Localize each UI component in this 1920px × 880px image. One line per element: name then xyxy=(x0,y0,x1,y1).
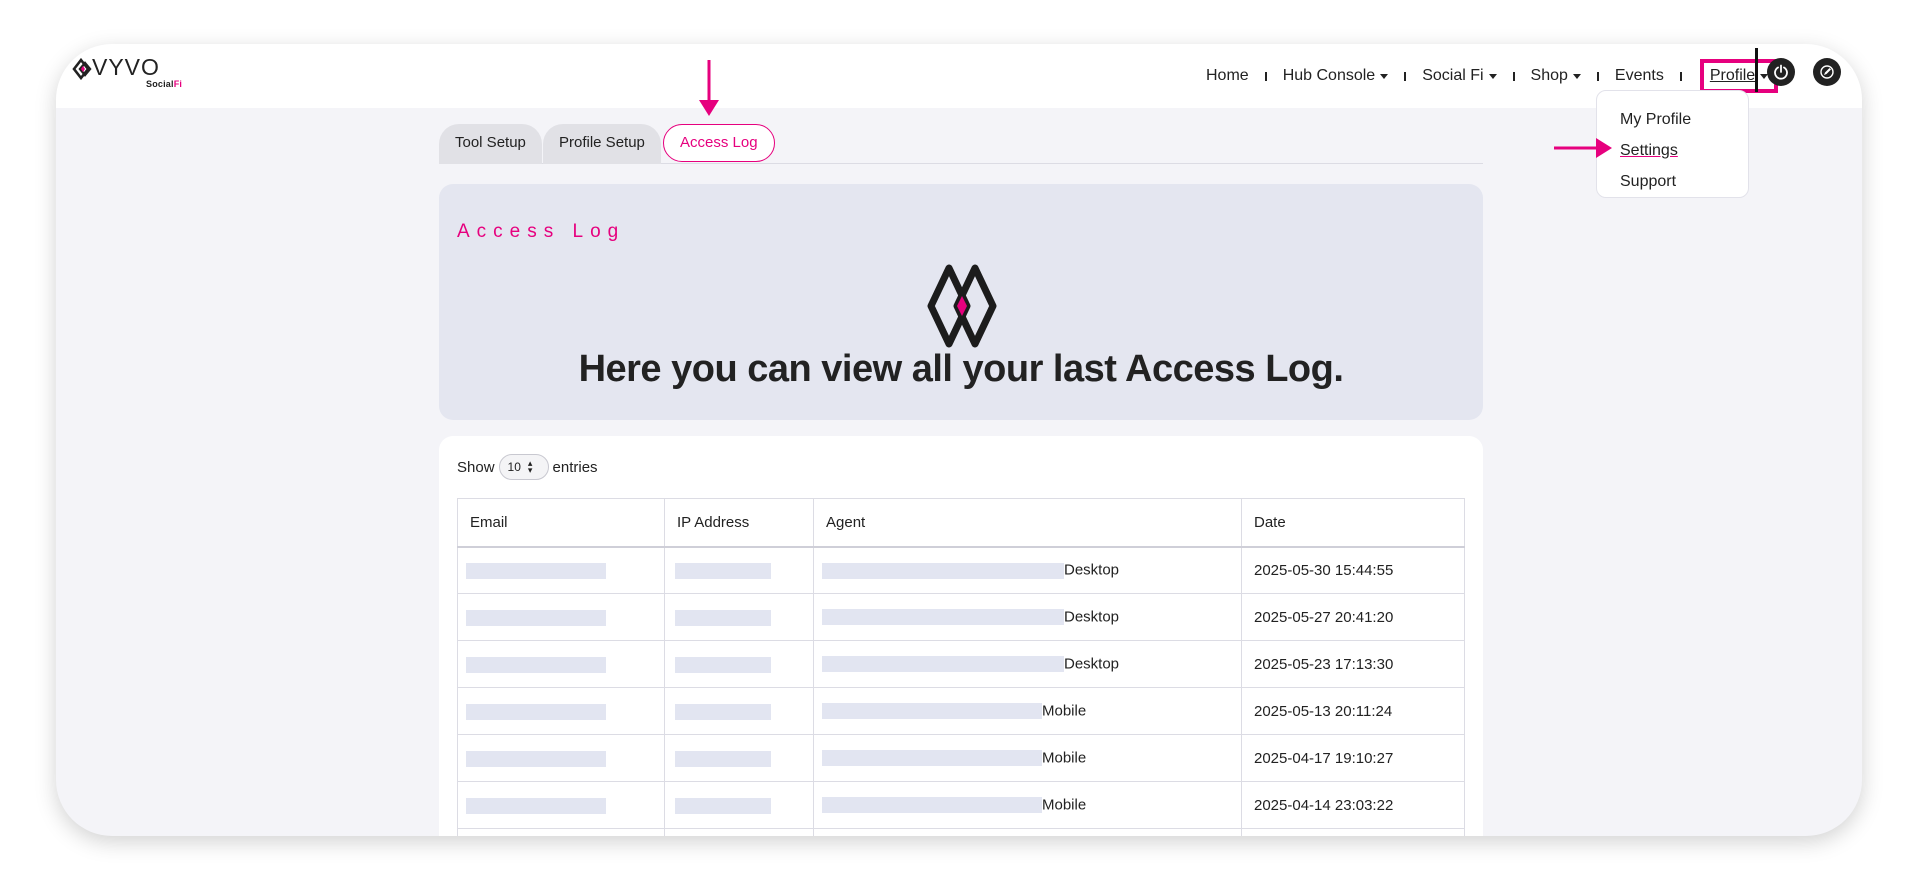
agent-cell: Mobile xyxy=(813,781,1242,829)
ip-cell-redacted xyxy=(664,781,814,829)
vyvo-emblem-icon xyxy=(927,264,997,348)
table-row: Desktop 2025-05-30 15:44:55 xyxy=(457,546,1465,594)
column-header-email[interactable]: Email xyxy=(457,498,665,548)
table-row: Mobile 2025-05-13 20:11:24 xyxy=(457,687,1465,735)
nav-shop[interactable]: Shop xyxy=(1531,67,1581,85)
agent-text: Desktop xyxy=(1064,608,1120,626)
agent-cell: Desktop xyxy=(813,546,1242,594)
date-cell: 2025-05-13 20:11:24 xyxy=(1241,687,1465,735)
entries-label: entries xyxy=(552,458,598,476)
agent-text: Mobile xyxy=(1042,796,1087,814)
socialfi-tagline: SocialFi xyxy=(146,79,183,89)
entries-length-control: Show 10 ▴ ▾ entries xyxy=(457,454,598,480)
menu-item-my-profile[interactable]: My Profile xyxy=(1597,104,1748,135)
app-window: VYVO SocialFi Home Hub Console Social Fi… xyxy=(56,44,1862,836)
nav-home[interactable]: Home xyxy=(1206,67,1249,85)
table-row: Mobile 2025-04-17 19:10:27 xyxy=(457,734,1465,782)
tab-profile-setup[interactable]: Profile Setup xyxy=(543,124,661,164)
edit-icon xyxy=(1820,65,1834,79)
nav-social-fi[interactable]: Social Fi xyxy=(1422,67,1497,85)
access-log-table-card: Show 10 ▴ ▾ entries Email IP Address Agen… xyxy=(439,436,1483,836)
edit-button[interactable] xyxy=(1813,58,1841,86)
settings-tabs: Tool Setup Profile Setup Access Log xyxy=(439,124,1483,164)
nav-separator xyxy=(1596,71,1599,81)
email-cell-redacted xyxy=(457,781,665,829)
agent-text: Mobile xyxy=(1042,749,1087,767)
nav-hub-console[interactable]: Hub Console xyxy=(1283,67,1389,85)
entries-select[interactable]: 10 ▴ ▾ xyxy=(498,454,549,480)
ip-cell-redacted xyxy=(664,687,814,735)
show-label: Show xyxy=(457,458,495,476)
agent-cell: Mobile xyxy=(813,687,1242,735)
table-header-row: Email IP Address Agent Date xyxy=(457,498,1465,548)
menu-item-support[interactable]: Support xyxy=(1597,166,1748,197)
column-header-agent[interactable]: Agent xyxy=(813,498,1242,548)
menu-item-settings[interactable]: Settings xyxy=(1597,135,1748,166)
nav-separator xyxy=(1404,71,1407,81)
tab-tool-setup[interactable]: Tool Setup xyxy=(439,124,542,164)
sort-icon: ▴ ▾ xyxy=(527,458,533,475)
table-row xyxy=(457,828,1465,836)
date-cell: 2025-05-30 15:44:55 xyxy=(1241,546,1465,594)
access-log-table: Email IP Address Agent Date Desktop 2025… xyxy=(457,498,1465,836)
nav-separator xyxy=(1679,71,1682,81)
ip-cell-redacted xyxy=(664,734,814,782)
chevron-down-icon xyxy=(1572,73,1581,79)
nav-divider xyxy=(1755,48,1758,92)
profile-dropdown-menu: My Profile Settings Support xyxy=(1596,90,1749,198)
chevron-down-icon xyxy=(1380,73,1389,79)
email-cell-redacted xyxy=(457,640,665,688)
nav-separator xyxy=(1264,71,1267,81)
nav-separator xyxy=(1512,71,1515,81)
access-log-banner: Access Log Here you can view all your la… xyxy=(439,184,1483,420)
ip-cell-redacted xyxy=(664,640,814,688)
ip-cell-redacted xyxy=(664,593,814,641)
ip-cell-redacted xyxy=(664,546,814,594)
table-row: Desktop 2025-05-27 20:41:20 xyxy=(457,593,1465,641)
agent-text: Desktop xyxy=(1064,562,1120,580)
date-cell: 2025-05-23 17:13:30 xyxy=(1241,640,1465,688)
column-header-ip-address[interactable]: IP Address xyxy=(664,498,814,548)
agent-text: Desktop xyxy=(1064,655,1120,673)
vyvo-wordmark: VYVO xyxy=(92,58,160,80)
email-cell-redacted xyxy=(457,546,665,594)
email-cell-redacted xyxy=(457,734,665,782)
table-row: Desktop 2025-05-23 17:13:30 xyxy=(457,640,1465,688)
power-button[interactable] xyxy=(1767,58,1795,86)
nav-events[interactable]: Events xyxy=(1615,67,1664,85)
agent-text: Mobile xyxy=(1042,702,1087,720)
arrow-right-icon xyxy=(1554,138,1612,158)
chevron-down-icon xyxy=(1488,73,1497,79)
agent-cell: Mobile xyxy=(813,734,1242,782)
top-navbar: VYVO SocialFi Home Hub Console Social Fi… xyxy=(56,44,1862,108)
email-cell-redacted xyxy=(457,593,665,641)
table-row: Mobile 2025-04-14 23:03:22 xyxy=(457,781,1465,829)
nav-profile[interactable]: Profile xyxy=(1699,59,1779,93)
date-cell: 2025-04-14 23:03:22 xyxy=(1241,781,1465,829)
vyvo-logo[interactable]: VYVO SocialFi xyxy=(72,54,192,92)
power-icon xyxy=(1774,64,1788,80)
agent-cell: Desktop xyxy=(813,640,1242,688)
column-header-date[interactable]: Date xyxy=(1241,498,1465,548)
tab-access-log[interactable]: Access Log xyxy=(663,124,775,162)
date-cell: 2025-05-27 20:41:20 xyxy=(1241,593,1465,641)
email-cell-redacted xyxy=(457,687,665,735)
date-cell: 2025-04-17 19:10:27 xyxy=(1241,734,1465,782)
agent-cell: Desktop xyxy=(813,593,1242,641)
arrow-down-icon xyxy=(699,60,719,116)
section-title: Access Log xyxy=(457,221,626,242)
banner-lead-text: Here you can view all your last Access L… xyxy=(578,348,1344,390)
